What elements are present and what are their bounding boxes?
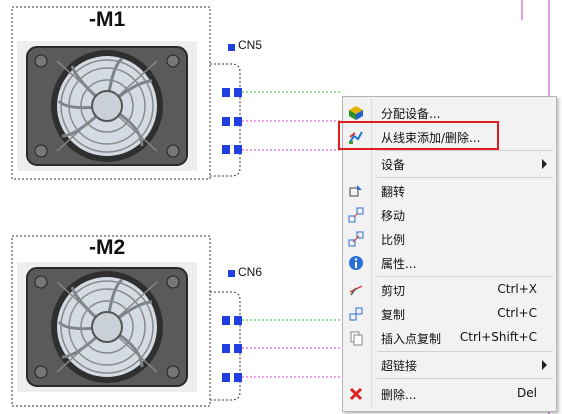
wires-cn5[interactable] (242, 91, 342, 151)
submenu-arrow-icon (542, 159, 547, 169)
menu-label: 翻转 (381, 185, 406, 199)
scale-icon (348, 231, 364, 247)
highlight-box (338, 121, 499, 150)
fan-image-m2 (15, 260, 199, 394)
menu-shortcut: Ctrl+X (497, 282, 537, 296)
device-tag-m1: -M1 (89, 8, 126, 31)
cut-icon (349, 285, 363, 296)
menu-item-hyperlink[interactable]: 超链接 (343, 353, 556, 377)
menu-separator (377, 351, 553, 352)
connector-label-cn6: CN6 (238, 265, 263, 279)
menu-label: 删除... (381, 388, 417, 402)
move-icon (348, 207, 364, 223)
menu-label: 复制 (381, 308, 406, 322)
fan-image-m1 (15, 39, 199, 173)
menu-item-cut[interactable]: 剪切 Ctrl+X (343, 278, 556, 302)
connector-cn5[interactable] (222, 44, 242, 154)
menu-label: 移动 (381, 209, 406, 223)
menu-item-copy-at-point[interactable]: 插入点复制 Ctrl+Shift+C (343, 326, 556, 350)
menu-separator (377, 276, 553, 277)
menu-shortcut: Ctrl+C (497, 306, 537, 320)
menu-shortcut: Del (517, 386, 537, 400)
device-tag-m2: -M2 (89, 236, 126, 259)
menu-item-move[interactable]: 移动 (343, 203, 556, 227)
connector-cn6[interactable] (222, 270, 242, 382)
menu-separator (377, 378, 553, 379)
menu-item-properties[interactable]: 属性... (343, 251, 556, 275)
menu-separator (377, 150, 553, 151)
connector-label-cn5: CN5 (238, 38, 263, 52)
assign-device-icon (349, 106, 363, 120)
menu-label: 比例 (381, 233, 406, 247)
flip-icon (349, 185, 362, 197)
copy-icon (349, 307, 363, 321)
device-m2[interactable] (11, 235, 241, 407)
menu-shortcut: Ctrl+Shift+C (459, 330, 537, 344)
menu-item-device[interactable]: 设备 (343, 152, 556, 176)
delete-icon (349, 387, 363, 401)
menu-label: 分配设备... (381, 107, 441, 121)
menu-label: 超链接 (381, 359, 418, 373)
copy-at-point-icon (350, 331, 363, 346)
menu-label: 剪切 (381, 284, 406, 298)
menu-label: 属性... (381, 257, 417, 271)
wires-cn6[interactable] (242, 319, 342, 378)
device-m1[interactable] (11, 6, 241, 180)
menu-label: 插入点复制 (381, 332, 442, 346)
menu-item-delete[interactable]: 删除... Del (343, 382, 556, 406)
submenu-arrow-icon (542, 360, 547, 370)
menu-item-copy[interactable]: 复制 Ctrl+C (343, 302, 556, 326)
menu-item-scale[interactable]: 比例 (343, 227, 556, 251)
info-icon (349, 256, 363, 270)
menu-separator (377, 177, 553, 178)
menu-item-flip[interactable]: 翻转 (343, 179, 556, 203)
menu-label: 设备 (381, 158, 406, 172)
